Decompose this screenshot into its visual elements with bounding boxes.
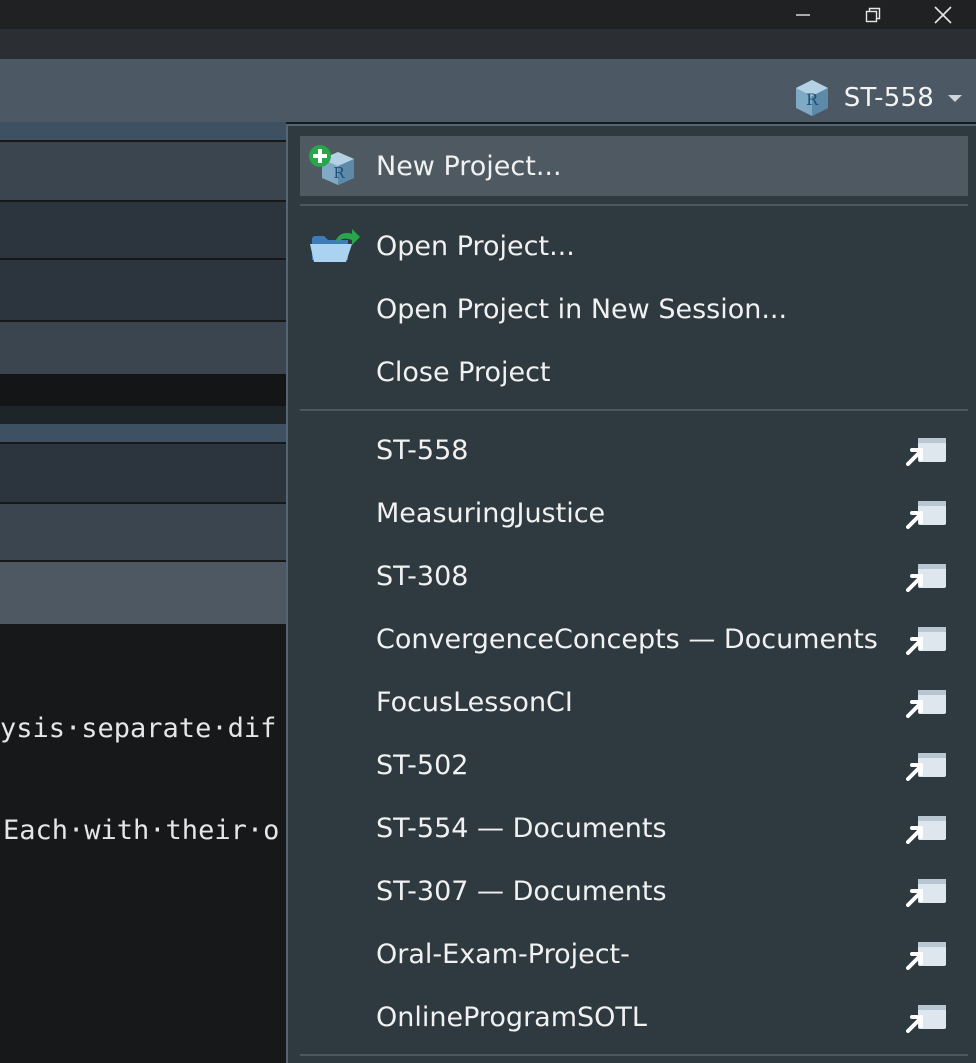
open-in-new-window-icon[interactable] — [906, 562, 948, 592]
restore-button[interactable] — [850, 0, 896, 29]
recent-project-label: ST-307 — Documents — [376, 875, 667, 907]
new-project-icon: R — [309, 145, 354, 185]
open-in-new-window-icon[interactable] — [906, 436, 948, 466]
menu-item-open-project-new-session[interactable]: Open Project in New Session... — [300, 279, 968, 339]
close-icon — [934, 5, 952, 24]
open-in-new-window-icon[interactable] — [906, 625, 948, 655]
recent-project-label: FocusLessonCI — [376, 686, 573, 718]
open-in-new-window-icon[interactable] — [906, 499, 948, 529]
open-in-new-window-icon[interactable] — [906, 940, 948, 970]
pane-toolbar — [0, 562, 286, 624]
project-name: ST-558 — [843, 83, 934, 113]
recent-project-label: ST-502 — [376, 749, 469, 781]
menu-item-new-project[interactable]: R New Project... — [300, 136, 968, 196]
open-in-new-window-icon[interactable] — [906, 751, 948, 781]
menu-item-recent-project[interactable]: MeasuringJustice — [300, 483, 968, 543]
pane-row — [0, 260, 286, 320]
minimize-button[interactable] — [780, 0, 826, 29]
pane-row — [0, 202, 286, 258]
menu-item-recent-project[interactable]: OnlineProgramSOTL — [300, 987, 968, 1047]
window-titlebar — [0, 0, 976, 29]
chevron-down-icon — [948, 94, 962, 102]
menu-item-label: New Project... — [376, 150, 562, 182]
menu-item-close-project[interactable]: Close Project — [300, 342, 968, 402]
menu-item-recent-project[interactable]: ST-502 — [300, 735, 968, 795]
menu-item-label: Close Project — [376, 356, 551, 388]
pane-divider — [0, 406, 286, 424]
project-dropdown-menu: R New Project... Open Project... Open Pr… — [286, 124, 976, 1063]
editor-line: ysis·separate·dif — [0, 713, 277, 744]
pane-header — [0, 424, 286, 442]
recent-project-label: ST-308 — [376, 560, 469, 592]
open-in-new-window-icon[interactable] — [906, 688, 948, 718]
close-window-button[interactable] — [920, 0, 966, 29]
recent-project-label: Oral-Exam-Project- — [376, 938, 630, 970]
menu-separator — [300, 409, 968, 411]
recent-project-label: ConvergenceConcepts — Documents — [376, 623, 878, 655]
source-editor[interactable]: ysis·separate·dif Each·with·their·o — [0, 627, 286, 1063]
open-in-new-window-icon[interactable] — [906, 814, 948, 844]
menu-separator — [300, 204, 968, 206]
menu-item-recent-project[interactable]: ST-308 — [300, 546, 968, 606]
pane-gap — [0, 374, 286, 406]
restore-icon — [865, 7, 881, 22]
menu-bar — [0, 29, 976, 59]
svg-text:R: R — [333, 164, 345, 182]
pane-row — [0, 444, 286, 502]
pane-row — [0, 142, 286, 200]
menu-item-recent-project[interactable]: ST-558 — [300, 420, 968, 480]
menu-separator — [300, 1054, 968, 1056]
recent-project-label: MeasuringJustice — [376, 497, 606, 529]
menu-item-recent-project[interactable]: ST-307 — Documents — [300, 861, 968, 921]
menu-item-recent-project[interactable]: Oral-Exam-Project- — [300, 924, 968, 984]
menu-item-label: Open Project... — [376, 230, 575, 262]
svg-text:R: R — [806, 90, 819, 109]
open-folder-icon — [310, 229, 360, 262]
menu-item-recent-project[interactable]: ConvergenceConcepts — Documents — [300, 609, 968, 669]
menu-item-open-project[interactable]: Open Project... — [300, 216, 968, 276]
recent-project-label: ST-554 — Documents — [376, 812, 667, 844]
minimize-icon — [796, 13, 810, 16]
r-project-cube-icon: R — [795, 80, 828, 116]
project-menu-button[interactable]: R ST-558 — [792, 77, 962, 119]
editor-line: Each·with·their·o — [3, 815, 280, 846]
menu-item-recent-project[interactable]: ST-554 — Documents — [300, 798, 968, 858]
pane-row — [0, 504, 286, 560]
recent-project-label: OnlineProgramSOTL — [376, 1001, 647, 1033]
pane-row — [0, 322, 286, 374]
menu-item-label: Open Project in New Session... — [376, 293, 788, 325]
open-in-new-window-icon[interactable] — [906, 1003, 948, 1033]
recent-project-label: ST-558 — [376, 434, 469, 466]
pane-header — [0, 122, 286, 140]
open-in-new-window-icon[interactable] — [906, 877, 948, 907]
menu-item-recent-project[interactable]: FocusLessonCI — [300, 672, 968, 732]
